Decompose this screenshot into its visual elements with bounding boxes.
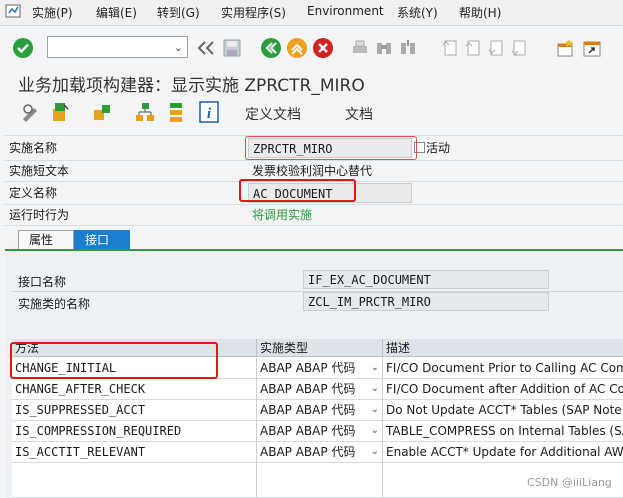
sap-menu-icon[interactable]: [4, 3, 26, 21]
last-page-icon[interactable]: [510, 39, 528, 57]
impl-class-label: 实施类的名称: [18, 297, 91, 311]
enter-check-icon[interactable]: [12, 37, 34, 59]
menu-bar: 实施(P) 编辑(E) 转到(G) 实用程序(S) Environment 系统…: [0, 0, 623, 26]
command-field[interactable]: ⌄: [47, 36, 188, 58]
def-name-label: 定义名称: [9, 186, 58, 200]
divider: [5, 225, 623, 226]
runtime-value: 将调用实施: [252, 208, 313, 222]
impl-type-cell[interactable]: ABAP ABAP 代码 ⌄: [257, 442, 383, 463]
cancel-icon[interactable]: [312, 37, 334, 59]
list-structure-icon[interactable]: [166, 101, 188, 123]
info-icon[interactable]: i: [199, 101, 219, 123]
menu-utilities[interactable]: 实用程序(S): [221, 4, 286, 21]
column-header-impl-type[interactable]: 实施类型: [257, 339, 383, 357]
enhancement-icon[interactable]: [92, 102, 114, 122]
impl-class-field[interactable]: ZCL_IM_PRCTR_MIRO: [303, 292, 549, 311]
chevron-down-icon[interactable]: ⌄: [371, 400, 379, 420]
runtime-label: 运行时行为: [9, 208, 70, 222]
find-icon[interactable]: [375, 39, 393, 57]
chevron-down-icon[interactable]: ⌄: [174, 41, 183, 54]
back-icon[interactable]: [260, 37, 282, 59]
first-page-icon[interactable]: [441, 39, 459, 57]
menu-goto[interactable]: 转到(G): [157, 4, 200, 21]
short-text-label: 实施短文本: [9, 164, 70, 178]
impl-type-cell[interactable]: ABAP ABAP 代码 ⌄: [257, 358, 383, 379]
impl-type-value: ABAP ABAP 代码: [260, 361, 356, 375]
menu-help[interactable]: 帮助(H): [459, 4, 501, 21]
method-cell[interactable]: IS_COMPRESSION_REQUIRED: [12, 421, 257, 442]
description-cell: Do Not Update ACCT* Tables (SAP Note 48: [383, 400, 623, 421]
display-change-icon[interactable]: [20, 102, 40, 122]
highlight-change-initial: [10, 342, 218, 379]
tab-attributes[interactable]: 属性: [18, 230, 74, 249]
impl-type-cell[interactable]: ABAP ABAP 代码 ⌄: [257, 400, 383, 421]
definition-doc-button[interactable]: 定义文档: [245, 104, 301, 124]
page-title: 业务加载项构建器：显示实施 ZPRCTR_MIRO: [18, 76, 365, 96]
description-cell: Enable ACCT* Update for Additional AWTYP: [383, 442, 623, 463]
impl-type-cell[interactable]: ABAP ABAP 代码 ⌄: [257, 379, 383, 400]
impl-type-value: ABAP ABAP 代码: [260, 445, 356, 459]
impl-type-value: ABAP ABAP 代码: [260, 424, 356, 438]
highlight-def-name: [239, 179, 356, 202]
next-page-icon[interactable]: [487, 39, 505, 57]
iface-name-field: IF_EX_AC_DOCUMENT: [303, 270, 549, 289]
empty-cell: [257, 463, 383, 498]
impl-type-value: ABAP ABAP 代码: [260, 382, 356, 396]
watermark: CSDN @iiiLiang: [527, 476, 612, 489]
shortcut-icon[interactable]: [582, 38, 602, 58]
chevron-down-icon[interactable]: ⌄: [371, 358, 379, 378]
save-icon[interactable]: [222, 38, 242, 58]
hierarchy-icon[interactable]: [134, 101, 156, 123]
tab-indicator-line: [5, 249, 623, 251]
method-cell[interactable]: CHANGE_AFTER_CHECK: [12, 379, 257, 400]
method-cell[interactable]: IS_ACCTIT_RELEVANT: [12, 442, 257, 463]
menu-impl[interactable]: 实施(P): [32, 4, 73, 21]
description-cell: FI/CO Document after Addition of AC Comp: [383, 379, 623, 400]
short-text-value: 发票校验利润中心替代: [252, 164, 373, 178]
documentation-button[interactable]: 文档: [345, 104, 373, 124]
column-header-description[interactable]: 描述: [383, 339, 623, 357]
empty-cell: [12, 463, 257, 498]
find-next-icon[interactable]: [399, 39, 417, 57]
chevron-down-icon[interactable]: ⌄: [371, 442, 379, 462]
method-cell[interactable]: IS_SUPPRESSED_ACCT: [12, 400, 257, 421]
collapse-arrows-icon[interactable]: [196, 40, 216, 56]
print-icon[interactable]: [351, 39, 369, 57]
tab-interface[interactable]: 接口: [74, 230, 130, 249]
impl-type-value: ABAP ABAP 代码: [260, 403, 356, 417]
description-cell: TABLE_COMPRESS on Internal Tables (SAP: [383, 421, 623, 442]
menu-edit[interactable]: 编辑(E): [96, 4, 137, 21]
active-label: 活动: [426, 141, 451, 155]
exit-icon[interactable]: [286, 37, 308, 59]
create-session-icon[interactable]: [555, 38, 575, 58]
impl-name-label: 实施名称: [9, 141, 58, 155]
activate-icon[interactable]: [50, 101, 70, 123]
menu-environment[interactable]: Environment: [307, 4, 384, 18]
previous-page-icon[interactable]: [464, 39, 482, 57]
iface-name-label: 接口名称: [18, 275, 67, 289]
menu-system[interactable]: 系统(Y): [397, 4, 438, 21]
impl-type-cell[interactable]: ABAP ABAP 代码 ⌄: [257, 421, 383, 442]
highlight-impl-name: [245, 136, 417, 160]
chevron-down-icon[interactable]: ⌄: [371, 421, 379, 441]
chevron-down-icon[interactable]: ⌄: [371, 379, 379, 399]
description-cell: FI/CO Document Prior to Calling AC Compo…: [383, 358, 623, 379]
